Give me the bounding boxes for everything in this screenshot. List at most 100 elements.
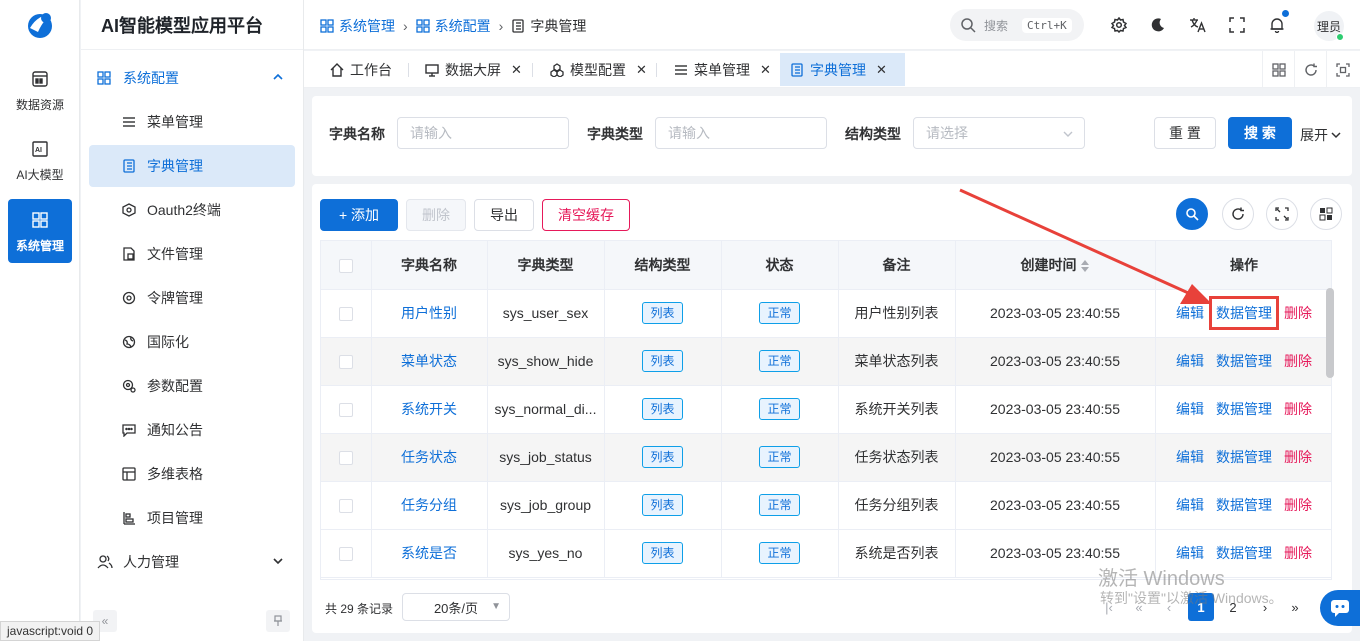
- tab-model-config[interactable]: 模型配置 ✕: [540, 53, 657, 86]
- tab-workbench[interactable]: 工作台: [320, 53, 402, 86]
- delete-link[interactable]: 删除: [1284, 351, 1312, 371]
- tab-layout-grid-button[interactable]: [1262, 51, 1294, 88]
- rail-item-ai-model[interactable]: AI AI大模型: [8, 128, 72, 192]
- row-checkbox[interactable]: [338, 499, 353, 514]
- dict-name-link[interactable]: 用户性别: [371, 289, 488, 338]
- notification-bell-icon[interactable]: [1267, 10, 1289, 35]
- table-refresh-button[interactable]: [1222, 198, 1254, 230]
- row-checkbox[interactable]: [338, 307, 353, 322]
- expand-filters-link[interactable]: 展开: [1300, 125, 1342, 145]
- sidebar-item-projects[interactable]: 项目管理: [89, 497, 295, 539]
- sidebar-item-menu-management[interactable]: 菜单管理: [89, 101, 295, 143]
- user-avatar[interactable]: 理员: [1314, 11, 1344, 41]
- delete-link[interactable]: 删除: [1284, 447, 1312, 467]
- pin-sidebar-button[interactable]: [266, 610, 290, 632]
- edit-link[interactable]: 编辑: [1176, 447, 1204, 467]
- tab-dictionary[interactable]: 字典管理 ✕: [780, 53, 905, 86]
- dict-name-link[interactable]: 任务分组: [371, 481, 488, 530]
- delete-button[interactable]: 删除: [406, 199, 466, 231]
- rail-item-system-admin[interactable]: 系统管理: [8, 199, 72, 263]
- tab-maximize-button[interactable]: [1326, 51, 1358, 88]
- add-button[interactable]: + 添加: [320, 199, 398, 231]
- next-five-button[interactable]: »: [1282, 593, 1308, 621]
- select-all-checkbox[interactable]: [338, 258, 353, 273]
- sidebar-item-label: 多维表格: [147, 466, 203, 482]
- rail-item-data-resources[interactable]: 数据资源: [8, 58, 72, 122]
- page-size-select[interactable]: 20条/页 ▼: [402, 593, 510, 621]
- fullscreen-icon[interactable]: [1227, 15, 1247, 35]
- dict-name-input[interactable]: [397, 117, 569, 149]
- table-fullscreen-button[interactable]: [1266, 198, 1298, 230]
- delete-link[interactable]: 删除: [1284, 495, 1312, 515]
- dark-mode-moon-icon[interactable]: [1148, 15, 1168, 35]
- struct-type-select[interactable]: 请选择: [913, 117, 1085, 149]
- dict-name-link[interactable]: 系统开关: [371, 385, 488, 434]
- column-settings-button[interactable]: [1310, 198, 1342, 230]
- search-shortcut: Ctrl+K: [1022, 17, 1072, 33]
- dict-name-link[interactable]: 任务状态: [371, 433, 488, 482]
- edit-link[interactable]: 编辑: [1176, 303, 1204, 323]
- tab-close-icon[interactable]: ✕: [511, 62, 522, 78]
- data-management-link[interactable]: 数据管理: [1216, 447, 1272, 467]
- row-checkbox[interactable]: [338, 547, 353, 562]
- sidebar-item-params[interactable]: 参数配置: [89, 365, 295, 407]
- search-button[interactable]: 搜 索: [1228, 117, 1292, 149]
- sidebar-item-token-management[interactable]: 令牌管理: [89, 277, 295, 319]
- icon-rail: 数据资源 AI AI大模型 系统管理: [0, 0, 80, 641]
- sort-icon[interactable]: [1080, 259, 1090, 273]
- export-button[interactable]: 导出: [474, 199, 534, 231]
- toggle-search-button[interactable]: [1176, 198, 1208, 230]
- refresh-icon: [1304, 63, 1317, 76]
- clear-cache-button[interactable]: 清空缓存: [542, 199, 630, 231]
- delete-link[interactable]: 删除: [1284, 399, 1312, 419]
- delete-link[interactable]: 删除: [1284, 303, 1312, 323]
- grid-icon: [1271, 62, 1286, 77]
- tab-close-icon[interactable]: ✕: [876, 62, 887, 78]
- row-checkbox[interactable]: [338, 355, 353, 370]
- tab-close-icon[interactable]: ✕: [636, 62, 647, 78]
- edit-link[interactable]: 编辑: [1176, 543, 1204, 563]
- row-checkbox[interactable]: [338, 451, 353, 466]
- struct-type-tag: 列表: [642, 542, 683, 564]
- tab-divider: [656, 63, 657, 77]
- sidebar-item-dictionary[interactable]: 字典管理: [89, 145, 295, 187]
- data-management-link[interactable]: 数据管理: [1216, 495, 1272, 515]
- table-scrollbar[interactable]: [1326, 288, 1334, 378]
- tab-refresh-button[interactable]: [1294, 51, 1326, 88]
- data-management-link[interactable]: 数据管理: [1216, 399, 1272, 419]
- menu-group-system-config[interactable]: 系统配置: [81, 56, 304, 100]
- sidebar-item-i18n[interactable]: 国际化: [89, 321, 295, 363]
- menu-group-hr[interactable]: 人力管理: [81, 540, 304, 584]
- data-management-link[interactable]: 数据管理: [1216, 351, 1272, 371]
- sidebar-item-file-management[interactable]: 文件管理: [89, 233, 295, 275]
- sidebar-item-oauth2[interactable]: Oauth2终端: [89, 189, 295, 231]
- chat-assistant-button[interactable]: [1320, 590, 1360, 626]
- dict-name-link[interactable]: 系统是否: [371, 529, 488, 578]
- breadcrumb-separator: ›: [403, 18, 408, 34]
- tab-close-icon[interactable]: ✕: [760, 62, 771, 78]
- rail-item-label: 系统管理: [15, 238, 64, 253]
- edit-link[interactable]: 编辑: [1176, 495, 1204, 515]
- row-select-cell: [321, 337, 372, 386]
- column-header: 操作: [1155, 241, 1331, 290]
- data-management-link[interactable]: 数据管理: [1209, 296, 1279, 330]
- edit-link[interactable]: 编辑: [1176, 399, 1204, 419]
- settings-gear-icon[interactable]: [1109, 15, 1129, 35]
- breadcrumb-item-system-config[interactable]: 系统配置: [416, 16, 491, 36]
- breadcrumb-item-system-admin[interactable]: 系统管理: [320, 16, 395, 36]
- column-header-created[interactable]: 创建时间: [955, 241, 1156, 290]
- dict-type-input[interactable]: [655, 117, 827, 149]
- row-checkbox[interactable]: [338, 403, 353, 418]
- translate-icon[interactable]: [1188, 15, 1208, 35]
- actions-cell: 编辑 数据管理 删除: [1155, 433, 1331, 482]
- tab-data-screen[interactable]: 数据大屏 ✕: [415, 53, 532, 86]
- sidebar-item-notices[interactable]: 通知公告: [89, 409, 295, 451]
- tab-menu-management[interactable]: 菜单管理 ✕: [664, 53, 781, 86]
- dict-name-link[interactable]: 菜单状态: [371, 337, 488, 386]
- delete-link[interactable]: 删除: [1284, 543, 1312, 563]
- data-management-link[interactable]: 数据管理: [1216, 543, 1272, 563]
- sidebar-item-multi-table[interactable]: 多维表格: [89, 453, 295, 495]
- reset-button[interactable]: 重 置: [1154, 117, 1216, 149]
- global-search[interactable]: 搜索 Ctrl+K: [950, 9, 1084, 41]
- edit-link[interactable]: 编辑: [1176, 351, 1204, 371]
